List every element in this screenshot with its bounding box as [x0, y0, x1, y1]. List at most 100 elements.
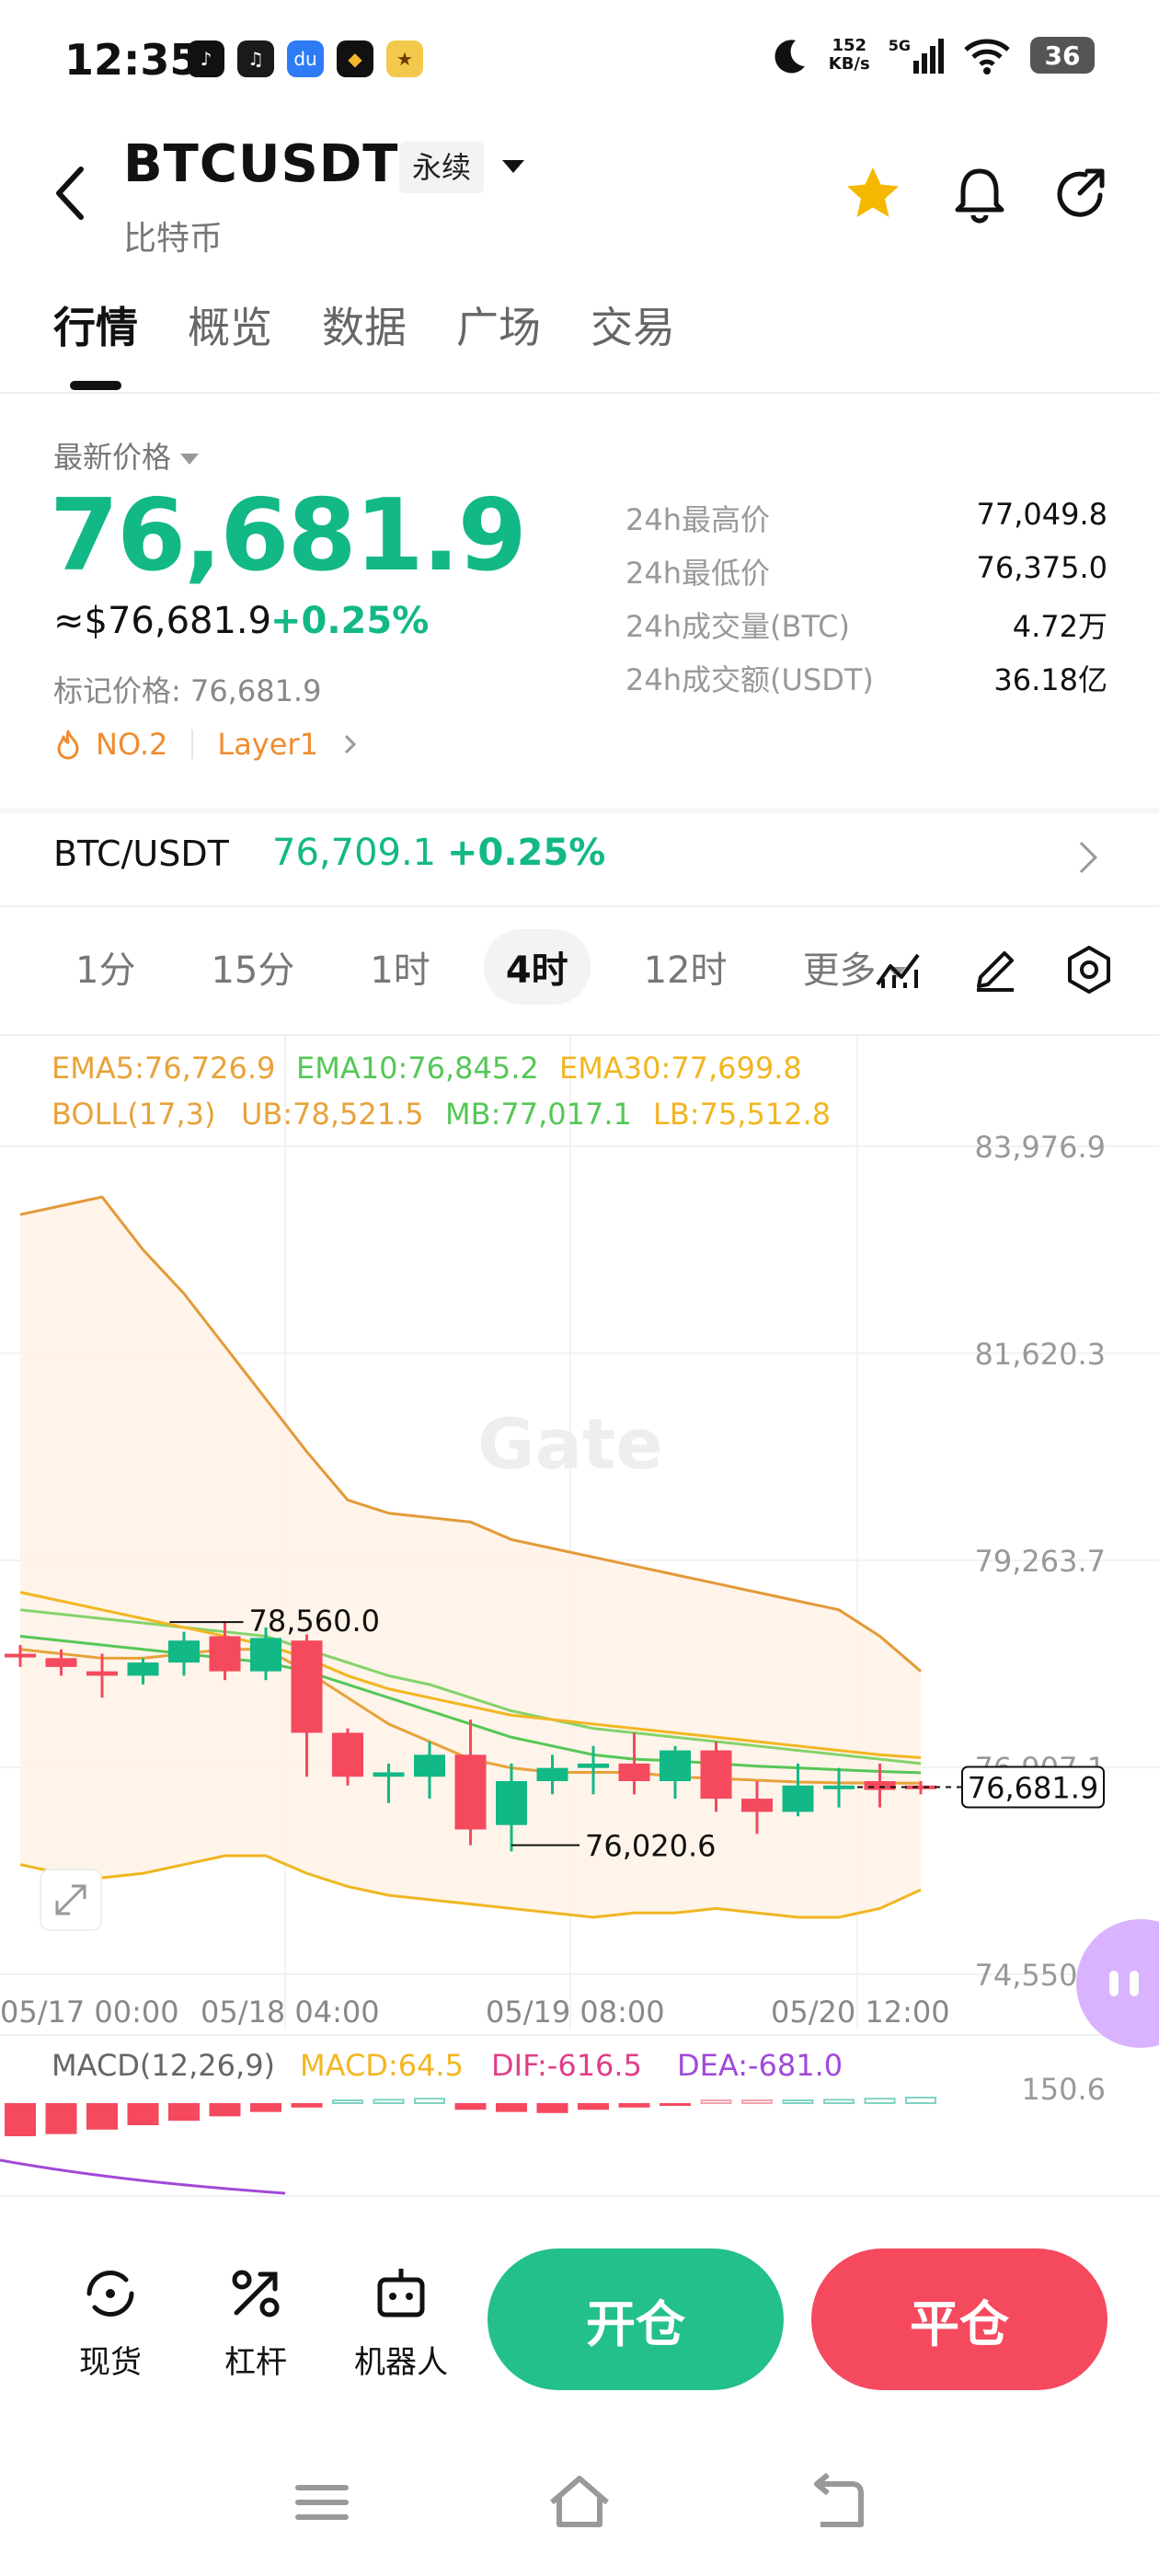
- macd-bar: [496, 2103, 527, 2112]
- settings-icon[interactable]: [1061, 942, 1117, 997]
- tab-data[interactable]: 数据: [322, 294, 407, 355]
- macd-bar: [660, 2103, 691, 2106]
- close-position-button[interactable]: 平仓: [811, 2248, 1107, 2390]
- spot-change: +0.25%: [447, 832, 606, 874]
- cellular-icon: 5G: [889, 37, 944, 74]
- battery-indicator: 36: [1030, 37, 1095, 74]
- home-icon[interactable]: [543, 2466, 616, 2539]
- ema5-label: EMA5:76,726.9: [52, 1051, 275, 1086]
- dif-value: DIF:-616.5: [491, 2048, 642, 2083]
- ema10-label: EMA10:76,845.2: [296, 1051, 539, 1086]
- fire-icon: [57, 730, 79, 760]
- boll-label: BOLL(17,3): [52, 1097, 215, 1132]
- candle-body: [5, 1653, 36, 1658]
- candle-body: [45, 1658, 77, 1667]
- macd-bar: [578, 2103, 609, 2110]
- divider: [0, 392, 1159, 394]
- macd-bar: [414, 2098, 445, 2104]
- candle-body: [496, 1780, 527, 1825]
- assistant-bubble[interactable]: [1076, 1919, 1159, 2048]
- macd-bar: [823, 2099, 855, 2105]
- candle-body: [864, 1780, 896, 1790]
- binance-icon: ◆: [337, 40, 373, 77]
- leverage-icon: [232, 2270, 280, 2317]
- tf-1m[interactable]: 1分: [53, 929, 157, 1005]
- time-axis: 05/17 00:00 05/18 04:00 05/19 08:00 05/2…: [0, 1995, 950, 2030]
- status-bar: 12:35 ♪ ♫ du ◆ ★ 152 KB/s 5G 36: [0, 0, 1159, 120]
- kline-chart[interactable]: Gate EMA5:76,726.9 EMA10:76,845.2 EMA30:…: [0, 1036, 1159, 2195]
- share-icon[interactable]: [1049, 162, 1113, 226]
- game-icon: ★: [386, 40, 423, 77]
- category-tag: Layer1: [217, 727, 318, 762]
- expand-button[interactable]: [40, 1869, 102, 1931]
- macd-bar: [741, 2099, 773, 2104]
- dea-line: [0, 2158, 286, 2195]
- time-axis-label: 05/20 12:00: [771, 1995, 950, 2030]
- stat-row-high: 24h最高价 77,049.8: [625, 497, 1107, 537]
- macd-bar: [168, 2103, 200, 2122]
- indicator-icon[interactable]: [870, 942, 925, 997]
- tag-separator: [191, 730, 194, 759]
- candle-body: [373, 1772, 405, 1777]
- macd-bar: [618, 2103, 650, 2108]
- macd-value: MACD:64.5: [300, 2048, 464, 2083]
- pair-title: BTCUSDT: [123, 134, 399, 194]
- macd-bar: [536, 2103, 568, 2113]
- stat-row-low: 24h最低价 76,375.0: [625, 550, 1107, 591]
- macd-bar: [700, 2099, 732, 2104]
- price-axis: 83,976.9 81,620.3 79,263.7 76,907.1 74,5…: [975, 1130, 1107, 1993]
- tf-1h[interactable]: 1时: [348, 929, 452, 1005]
- tiktok-icon: ♪: [188, 40, 224, 77]
- macd-bar: [5, 2103, 36, 2136]
- stats-panel: 24h最高价 77,049.8 24h最低价 76,375.0 24h成交量(BTC…: [625, 497, 1107, 710]
- candle-body: [332, 1732, 363, 1777]
- status-time: 12:35: [64, 35, 200, 85]
- ema30-label: EMA30:77,699.8: [559, 1051, 802, 1086]
- usd-price: ≈$76,681.9: [53, 600, 272, 642]
- tab-overview[interactable]: 概览: [188, 294, 272, 355]
- bell-icon[interactable]: [947, 162, 1012, 226]
- macd-bar: [209, 2103, 241, 2117]
- star-icon[interactable]: [841, 162, 905, 226]
- tag-row[interactable]: NO.2 Layer1: [53, 727, 364, 762]
- contract-type-tag[interactable]: 永续: [399, 142, 485, 193]
- draw-icon[interactable]: [968, 942, 1023, 997]
- macd-bar: [332, 2099, 363, 2104]
- tab-square[interactable]: 广场: [456, 294, 541, 355]
- latest-price-label[interactable]: 最新价格: [53, 434, 200, 477]
- high-marker: 78,560.0: [249, 1604, 381, 1639]
- bottom-action-bar: 现货 杠杆 机器人 开仓 平仓: [0, 2195, 1159, 2390]
- macd-bar: [454, 2103, 487, 2110]
- tf-12h[interactable]: 12时: [622, 929, 750, 1005]
- chevron-right-icon: [344, 734, 357, 754]
- menu-icon[interactable]: [285, 2466, 359, 2539]
- time-axis-label: 05/19 08:00: [486, 1995, 665, 2030]
- time-axis-label: 05/17 00:00: [0, 1995, 179, 2030]
- spot-price: 76,709.1: [272, 832, 437, 874]
- dea-value: DEA:-681.0: [677, 2048, 843, 2083]
- spot-pair: BTC/USDT: [53, 834, 229, 874]
- tab-market[interactable]: 行情: [53, 294, 138, 355]
- caret-down-icon: [180, 454, 200, 465]
- gate-watermark: Gate: [477, 1403, 663, 1485]
- leverage-shortcut[interactable]: 杠杆: [201, 2261, 311, 2382]
- main-tabs: 行情 概览 数据 广场 交易: [53, 294, 675, 355]
- macd-bar: [864, 2098, 896, 2104]
- candle-body: [660, 1750, 691, 1781]
- spot-shortcut[interactable]: 现货: [55, 2261, 166, 2382]
- tf-15m[interactable]: 15分: [189, 929, 316, 1005]
- open-position-button[interactable]: 开仓: [488, 2248, 784, 2390]
- macd-bar: [86, 2103, 118, 2130]
- header: BTCUSDT 永续 比特币: [0, 120, 1159, 267]
- back-nav-icon[interactable]: [800, 2466, 874, 2539]
- tf-4h[interactable]: 4时: [483, 929, 591, 1005]
- candle-body: [536, 1767, 568, 1781]
- spot-price-row[interactable]: BTC/USDT 76,709.1 +0.25%: [0, 821, 1159, 909]
- chevron-down-icon[interactable]: [502, 160, 524, 173]
- back-icon[interactable]: [44, 156, 99, 230]
- robot-shortcut[interactable]: 机器人: [346, 2261, 456, 2382]
- low-marker: 76,020.6: [585, 1829, 717, 1864]
- candle-body: [618, 1763, 650, 1781]
- tab-trade[interactable]: 交易: [591, 294, 675, 355]
- candle-body: [291, 1640, 323, 1733]
